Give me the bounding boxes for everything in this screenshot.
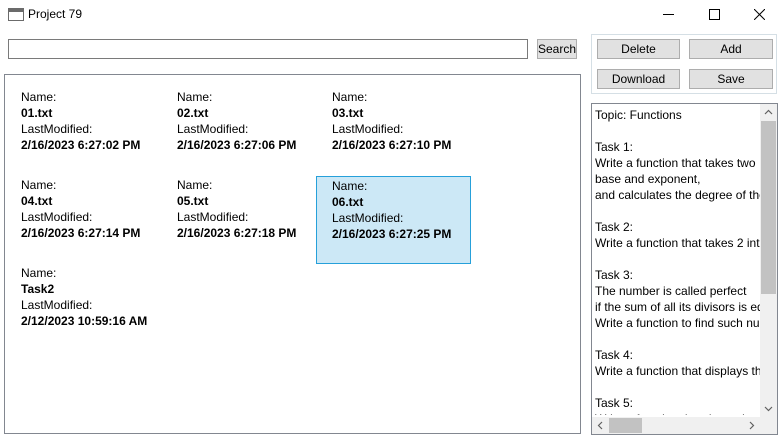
file-modified-label: LastModified: [332, 211, 404, 225]
horizontal-scrollbar[interactable] [592, 417, 760, 434]
content-line: Write a function that takes 2 int [595, 236, 760, 250]
file-name-label: Name: [332, 179, 368, 193]
scroll-left-arrow-icon[interactable] [597, 421, 603, 430]
search-button[interactable]: Search [537, 39, 577, 59]
content-line: Write a function that determine [595, 411, 761, 415]
file-list-panel: Name: 01.txt LastModified: 2/16/2023 6:27:0… [4, 74, 581, 434]
file-modified-date: 2/12/2023 10:59:16 AM [21, 314, 148, 328]
horizontal-scroll-thumb[interactable] [609, 418, 642, 433]
file-modified-date: 2/16/2023 6:27:25 PM [332, 227, 452, 241]
file-name: 06.txt [332, 195, 364, 209]
content-line: Task 2: [595, 220, 634, 234]
save-button[interactable]: Save [689, 69, 773, 89]
file-name-label: Name: [21, 266, 57, 280]
file-name: 03.txt [332, 106, 364, 120]
file-modified-label: LastModified: [21, 210, 93, 224]
file-modified-label: LastModified: [177, 210, 249, 224]
file-name-label: Name: [177, 178, 213, 192]
file-modified-date: 2/16/2023 6:27:10 PM [332, 138, 452, 152]
file-item[interactable]: Name: 03.txt LastModified: 2/16/2023 6:27:1… [316, 88, 471, 176]
file-item[interactable]: Name: 01.txt LastModified: 2/16/2023 6:27:0… [5, 88, 160, 176]
file-name-label: Name: [177, 90, 213, 104]
content-line [595, 251, 761, 267]
content-line [595, 379, 761, 395]
file-name-label: Name: [332, 90, 368, 104]
file-modified-date: 2/16/2023 6:27:06 PM [177, 138, 297, 152]
file-name: 05.txt [177, 194, 209, 208]
file-modified-label: LastModified: [332, 122, 404, 136]
content-line: if the sum of all its divisors is eq [595, 300, 761, 314]
file-content-viewer[interactable]: Topic: Functions Task 1: Write a function … [591, 103, 778, 435]
file-name: Task2 [21, 282, 55, 296]
content-line: Task 3: [595, 268, 634, 282]
add-button[interactable]: Add [689, 39, 773, 59]
file-item[interactable]: Name: Task2 LastModified: 2/12/2023 10:59:1… [5, 264, 160, 352]
file-name: 02.txt [177, 106, 209, 120]
scroll-up-arrow-icon[interactable] [764, 109, 773, 115]
content-line: Write a function that displays th [595, 364, 761, 378]
content-line: Write a function that takes two [595, 156, 756, 170]
content-line: The number is called perfect [595, 284, 747, 298]
minimize-button[interactable] [645, 0, 691, 28]
file-item[interactable]: Name: 05.txt LastModified: 2/16/2023 6:27:1… [161, 176, 316, 264]
file-name-label: Name: [21, 90, 57, 104]
scroll-right-arrow-icon[interactable] [749, 421, 755, 430]
vertical-scroll-thumb[interactable] [761, 121, 776, 294]
window-app-icon [8, 8, 24, 21]
content-line: Task 5: [595, 396, 634, 410]
content-line: and calculates the degree of the [595, 188, 761, 202]
maximize-button[interactable] [691, 0, 737, 28]
file-name: 04.txt [21, 194, 53, 208]
delete-button[interactable]: Delete [597, 39, 680, 59]
file-modified-date: 2/16/2023 6:27:14 PM [21, 226, 141, 240]
window-title: Project 79 [28, 7, 83, 21]
file-modified-label: LastModified: [177, 122, 249, 136]
content-line [595, 203, 761, 219]
vertical-scrollbar[interactable] [760, 104, 777, 417]
file-modified-label: LastModified: [21, 298, 93, 312]
maximize-icon [708, 8, 720, 20]
file-item[interactable]: Name: 06.txt LastModified: 2/16/2023 6:27:2… [316, 176, 471, 264]
scroll-down-arrow-icon[interactable] [764, 406, 773, 412]
file-content-text: Topic: Functions Task 1: Write a function … [595, 107, 761, 415]
close-button[interactable] [736, 0, 782, 28]
search-input[interactable] [8, 39, 528, 59]
file-modified-date: 2/16/2023 6:27:18 PM [177, 226, 297, 240]
content-line: Topic: Functions [595, 108, 682, 122]
content-line: Task 4: [595, 348, 634, 362]
content-line: base and exponent, [595, 172, 701, 186]
close-icon [753, 8, 765, 20]
content-line: Task 1: [595, 140, 634, 154]
file-item[interactable]: Name: 02.txt LastModified: 2/16/2023 6:27:0… [161, 88, 316, 176]
content-line: Write a function to find such nu [595, 316, 760, 330]
download-button[interactable]: Download [597, 69, 680, 89]
title-bar: Project 79 [0, 0, 782, 30]
content-line [595, 123, 761, 139]
file-item[interactable]: Name: 04.txt LastModified: 2/16/2023 6:27:1… [5, 176, 160, 264]
content-line [595, 331, 761, 347]
file-name-label: Name: [21, 178, 57, 192]
scrollbar-corner [760, 417, 777, 434]
file-modified-label: LastModified: [21, 122, 93, 136]
minimize-icon [662, 13, 674, 15]
file-modified-date: 2/16/2023 6:27:02 PM [21, 138, 141, 152]
file-name: 01.txt [21, 106, 53, 120]
